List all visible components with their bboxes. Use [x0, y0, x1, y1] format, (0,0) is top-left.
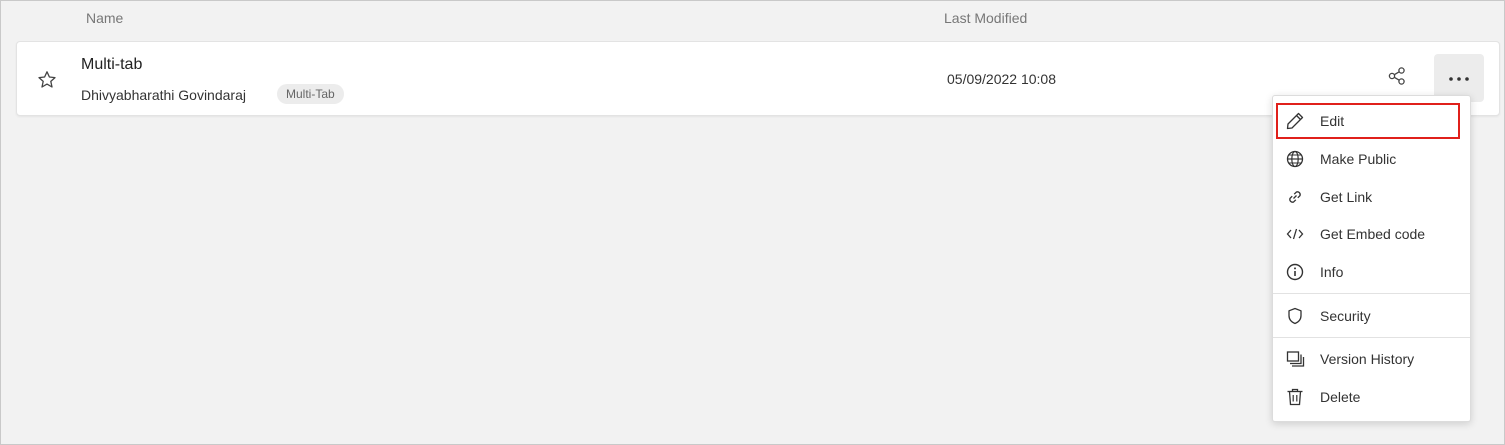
menu-item-label: Version History: [1320, 351, 1415, 367]
menu-item-get-embed-code[interactable]: Get Embed code: [1273, 215, 1470, 253]
menu-item-label: Edit: [1320, 113, 1345, 129]
link-icon: [1285, 187, 1305, 207]
share-button[interactable]: [1385, 66, 1409, 90]
dashboard-list-panel: Name Last Modified Multi-tab Dhivyabhara…: [0, 0, 1505, 445]
menu-item-security[interactable]: Security: [1273, 297, 1470, 335]
menu-item-label: Delete: [1320, 389, 1361, 405]
menu-item-edit[interactable]: Edit: [1275, 102, 1461, 140]
context-menu: Edit Make Public Get Link Get Embed code…: [1272, 95, 1471, 422]
last-modified-value: 05/09/2022 10:08: [947, 71, 1056, 87]
item-owner: Dhivyabharathi Govindaraj: [81, 87, 246, 103]
column-header-name[interactable]: Name: [86, 10, 123, 26]
menu-item-info[interactable]: Info: [1273, 253, 1470, 291]
menu-item-version-history[interactable]: Version History: [1273, 340, 1470, 378]
menu-item-make-public[interactable]: Make Public: [1273, 140, 1470, 178]
column-header-last-modified[interactable]: Last Modified: [944, 10, 1027, 26]
menu-item-label: Make Public: [1320, 151, 1397, 167]
menu-item-delete[interactable]: Delete: [1273, 378, 1470, 416]
versions-icon: [1285, 349, 1305, 369]
share-icon: [1387, 66, 1407, 91]
globe-icon: [1285, 149, 1305, 169]
trash-icon: [1285, 387, 1305, 407]
favorite-star-icon[interactable]: [37, 70, 57, 90]
item-tag-badge: Multi-Tab: [277, 84, 344, 104]
menu-divider: [1273, 337, 1470, 338]
more-horizontal-icon: [1448, 69, 1470, 87]
menu-item-get-link[interactable]: Get Link: [1273, 178, 1470, 216]
item-title[interactable]: Multi-tab: [81, 56, 142, 74]
pencil-icon: [1285, 111, 1305, 131]
code-icon: [1285, 224, 1305, 244]
menu-item-label: Get Embed code: [1320, 226, 1426, 242]
menu-item-label: Info: [1320, 264, 1344, 280]
info-icon: [1285, 262, 1305, 282]
menu-divider: [1273, 293, 1470, 294]
menu-item-label: Get Link: [1320, 189, 1373, 205]
menu-item-label: Security: [1320, 308, 1371, 324]
shield-icon: [1285, 306, 1305, 326]
